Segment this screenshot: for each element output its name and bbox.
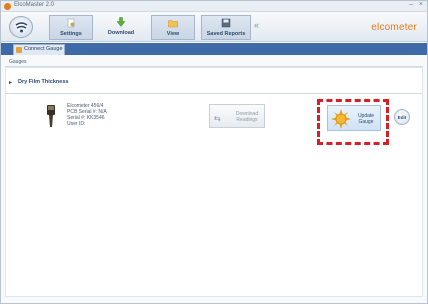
download-readings-label: Download Readings bbox=[232, 111, 262, 123]
tab-connect-gauge[interactable]: Connect Gauge bbox=[13, 44, 65, 55]
group-divider bbox=[5, 93, 423, 94]
group-header-label: Dry Film Thickness bbox=[18, 79, 69, 85]
ribbon-settings-button[interactable]: Settings bbox=[49, 15, 93, 40]
gauge-device-icon bbox=[47, 105, 55, 127]
section-label-gauges: Gauges bbox=[9, 59, 27, 65]
tab-connect-gauge-label: Connect Gauge bbox=[24, 46, 63, 52]
download-readings-label-line2: Readings bbox=[236, 117, 258, 123]
close-button[interactable]: × bbox=[419, 1, 423, 8]
ribbon-toolbar: Settings Download View Saved Reports « e… bbox=[1, 12, 427, 42]
settings-icon bbox=[67, 18, 75, 28]
ribbon-saved-reports-button[interactable]: Saved Reports bbox=[201, 15, 251, 40]
download-arrow-icon bbox=[116, 17, 126, 27]
app-window: ElcoMaster 2.0 – × Settings Download Vie… bbox=[0, 0, 428, 304]
gauge-details: Elcometer 456/4 PCB Serial #: N/A Serial… bbox=[67, 103, 107, 127]
update-sun-icon bbox=[331, 109, 351, 129]
ribbon-view-label: View bbox=[166, 31, 180, 37]
folder-icon bbox=[168, 20, 178, 28]
edit-gauge-label: Edit bbox=[397, 115, 407, 120]
ribbon-download-button[interactable]: Download bbox=[99, 15, 143, 40]
application-menu-button[interactable] bbox=[9, 16, 33, 38]
usb-icon: ⇆ bbox=[214, 114, 221, 123]
gauge-user-id: User ID: bbox=[67, 121, 86, 127]
ribbon-download-label: Download bbox=[107, 30, 135, 36]
gauge-tab-icon bbox=[16, 47, 22, 53]
saved-reports-icon bbox=[221, 18, 231, 28]
ribbon-settings-label: Settings bbox=[60, 31, 82, 37]
minimize-button[interactable]: – bbox=[409, 1, 413, 8]
expand-arrow-icon[interactable]: ▸ bbox=[9, 79, 12, 86]
ribbon-saved-reports-label: Saved Reports bbox=[206, 31, 246, 37]
download-readings-button[interactable]: ⇆ Download Readings bbox=[209, 104, 265, 128]
edit-gauge-button[interactable]: Edit bbox=[394, 109, 410, 125]
tab-bar: Connect Gauge bbox=[1, 43, 427, 55]
collapse-ribbon-button[interactable]: « bbox=[254, 20, 259, 30]
gauge-logo-icon bbox=[15, 22, 28, 33]
ribbon-view-button[interactable]: View bbox=[151, 15, 195, 40]
update-gauge-button[interactable]: Update Gauge bbox=[327, 105, 381, 131]
app-logo-icon bbox=[4, 3, 11, 10]
window-title: ElcoMaster 2.0 bbox=[14, 2, 55, 8]
brand-logo: elcometer bbox=[371, 22, 417, 33]
update-gauge-label: Update Gauge bbox=[352, 113, 380, 125]
title-bar: ElcoMaster 2.0 – × bbox=[1, 1, 427, 12]
update-gauge-label-line2: Gauge bbox=[358, 119, 374, 125]
